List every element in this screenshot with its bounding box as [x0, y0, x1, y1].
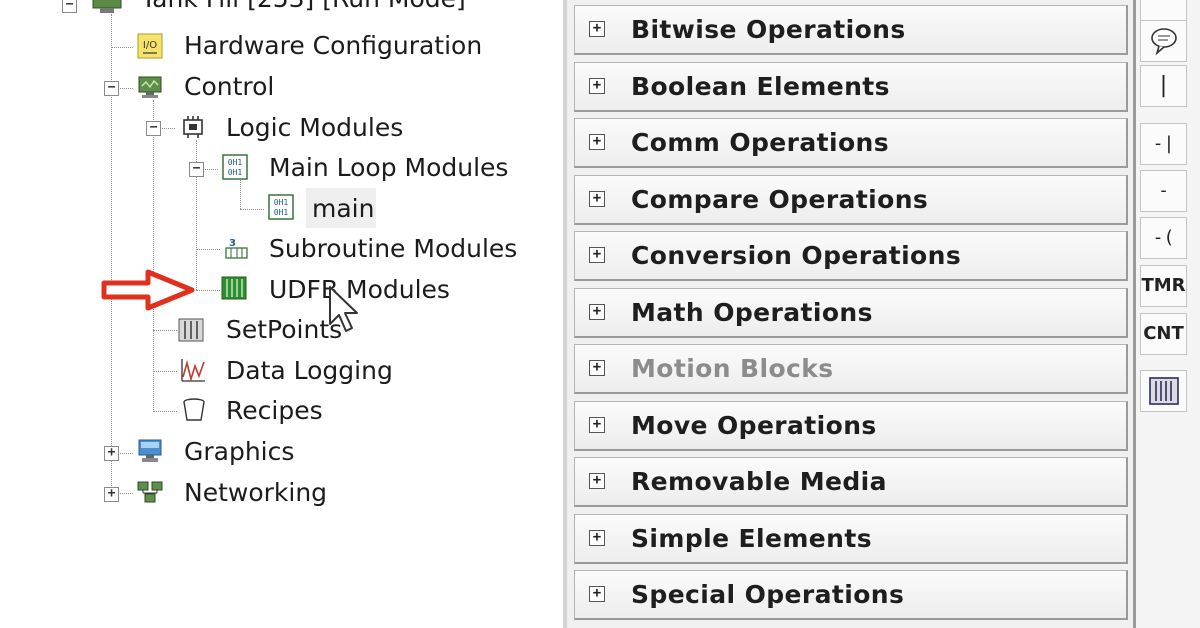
tree-item-label: Logic Modules [226, 113, 404, 142]
tree-guide-line [240, 209, 264, 210]
counter-button[interactable]: CNT [1140, 313, 1187, 355]
expand-icon: + [589, 530, 605, 546]
svg-text:0H1: 0H1 [228, 168, 243, 177]
tree-root-label: Tank Fill [253] [Run Mode]* [141, 0, 478, 14]
timer-button[interactable]: TMR [1140, 265, 1187, 307]
category-boolean-elements[interactable]: + Boolean Elements [574, 62, 1128, 112]
category-simple-elements[interactable]: + Simple Elements [574, 514, 1128, 564]
tree-guide-line [153, 371, 177, 372]
comment-button[interactable] [1140, 20, 1187, 62]
graphics-monitor-icon [138, 439, 162, 462]
expand-icon: + [589, 586, 605, 602]
tree-item-label: main [312, 194, 375, 223]
vertical-wire-button[interactable]: | [1140, 65, 1187, 107]
instruction-category-list: + Bitwise Operations + Boolean Elements … [567, 0, 1133, 628]
udfb-module-icon [221, 276, 247, 300]
category-math-operations[interactable]: + Math Operations [574, 288, 1128, 338]
control-monitor-icon [138, 76, 162, 98]
svg-text:0H1: 0H1 [228, 158, 243, 167]
category-label: Simple Elements [631, 524, 872, 553]
tree-guide-line [111, 47, 133, 48]
collapse-toggle[interactable]: − [62, 0, 77, 13]
annotation-arrow-icon [101, 269, 195, 311]
comment-icon [1150, 28, 1177, 56]
expand-icon: + [589, 304, 605, 320]
expand-toggle[interactable]: + [104, 487, 119, 502]
svg-text:3: 3 [229, 238, 236, 249]
function-block-icon [1148, 377, 1179, 405]
category-label: Boolean Elements [631, 72, 890, 101]
tree-item-label: SetPoints [226, 315, 343, 344]
tree-item-label: Main Loop Modules [269, 153, 509, 182]
svg-text:0H1: 0H1 [274, 198, 289, 207]
subroutine-icon: 3 [225, 238, 248, 259]
category-special-operations[interactable]: + Special Operations [574, 570, 1128, 620]
category-bitwise-operations[interactable]: + Bitwise Operations [574, 5, 1128, 55]
io-config-icon: I/O [137, 33, 163, 59]
category-label: Bitwise Operations [631, 15, 906, 44]
expand-icon: + [589, 360, 605, 376]
data-logging-icon [181, 359, 205, 382]
tree-guide-line [196, 249, 220, 250]
category-label: Comm Operations [631, 128, 890, 157]
collapse-toggle[interactable]: − [146, 121, 161, 136]
category-label: Removable Media [631, 467, 887, 496]
tree-item-label: Networking [184, 478, 328, 507]
category-compare-operations[interactable]: + Compare Operations [574, 175, 1128, 225]
ladder-program-icon: 0H1 0H1 [268, 194, 294, 220]
select-tool-button[interactable] [1140, 0, 1187, 22]
no-contact-button[interactable]: -| |- [1140, 123, 1187, 194]
category-label: Special Operations [631, 580, 905, 609]
nc-contact-button[interactable]: -|/|- [1140, 170, 1187, 241]
expand-icon: + [589, 247, 605, 263]
category-label: Motion Blocks [631, 354, 834, 383]
tree-guide-line [153, 330, 177, 331]
category-label: Move Operations [631, 411, 877, 440]
coil-button[interactable]: -( )- [1140, 217, 1187, 288]
tree-item-label: Data Logging [226, 356, 393, 385]
category-label: Compare Operations [631, 185, 929, 214]
expand-icon: + [589, 21, 605, 37]
expand-icon: + [589, 191, 605, 207]
tree-item-label: Hardware Configuration [184, 31, 483, 60]
category-removable-media[interactable]: + Removable Media [574, 457, 1128, 507]
expand-icon: + [589, 417, 605, 433]
logic-modules-icon [183, 116, 203, 138]
ladder-toolbar: | -| |- -|/|- -( )- TMR CNT [1136, 0, 1200, 628]
tree-item-label: Graphics [184, 437, 295, 466]
category-comm-operations[interactable]: + Comm Operations [574, 118, 1128, 168]
tree-item-label: Recipes [226, 396, 323, 425]
category-move-operations[interactable]: + Move Operations [574, 401, 1128, 451]
project-tree: − Tank Fill [253] [Run Mode]* I/O Hardwa… [0, 0, 565, 628]
tree-root-row[interactable]: − Tank Fill [253] [Run Mode]* [0, 0, 565, 16]
expand-icon: + [589, 473, 605, 489]
tree-guide-line [153, 100, 154, 412]
function-block-button[interactable] [1140, 370, 1187, 412]
category-conversion-operations[interactable]: + Conversion Operations [574, 231, 1128, 281]
collapse-toggle[interactable]: − [189, 162, 204, 177]
category-label: Conversion Operations [631, 241, 962, 270]
tree-item-label: Subroutine Modules [269, 234, 518, 263]
expand-icon: + [589, 78, 605, 94]
setpoints-icon [178, 318, 204, 342]
ladder-module-icon: 0H1 0H1 [222, 154, 248, 180]
collapse-toggle[interactable]: − [104, 81, 119, 96]
tree-item-label: Control [184, 72, 275, 101]
tree-guide-line [153, 411, 177, 412]
svg-text:0H1: 0H1 [274, 208, 289, 217]
recipes-icon [183, 398, 205, 421]
mouse-cursor-icon [329, 286, 358, 332]
expand-toggle[interactable]: + [104, 446, 119, 461]
network-icon [137, 481, 163, 503]
plc-project-icon [92, 0, 122, 13]
category-motion-blocks[interactable]: + Motion Blocks [574, 344, 1128, 394]
svg-text:I/O: I/O [143, 40, 157, 51]
expand-icon: + [589, 134, 605, 150]
tree-guide-line [240, 180, 241, 209]
category-label: Math Operations [631, 298, 873, 327]
